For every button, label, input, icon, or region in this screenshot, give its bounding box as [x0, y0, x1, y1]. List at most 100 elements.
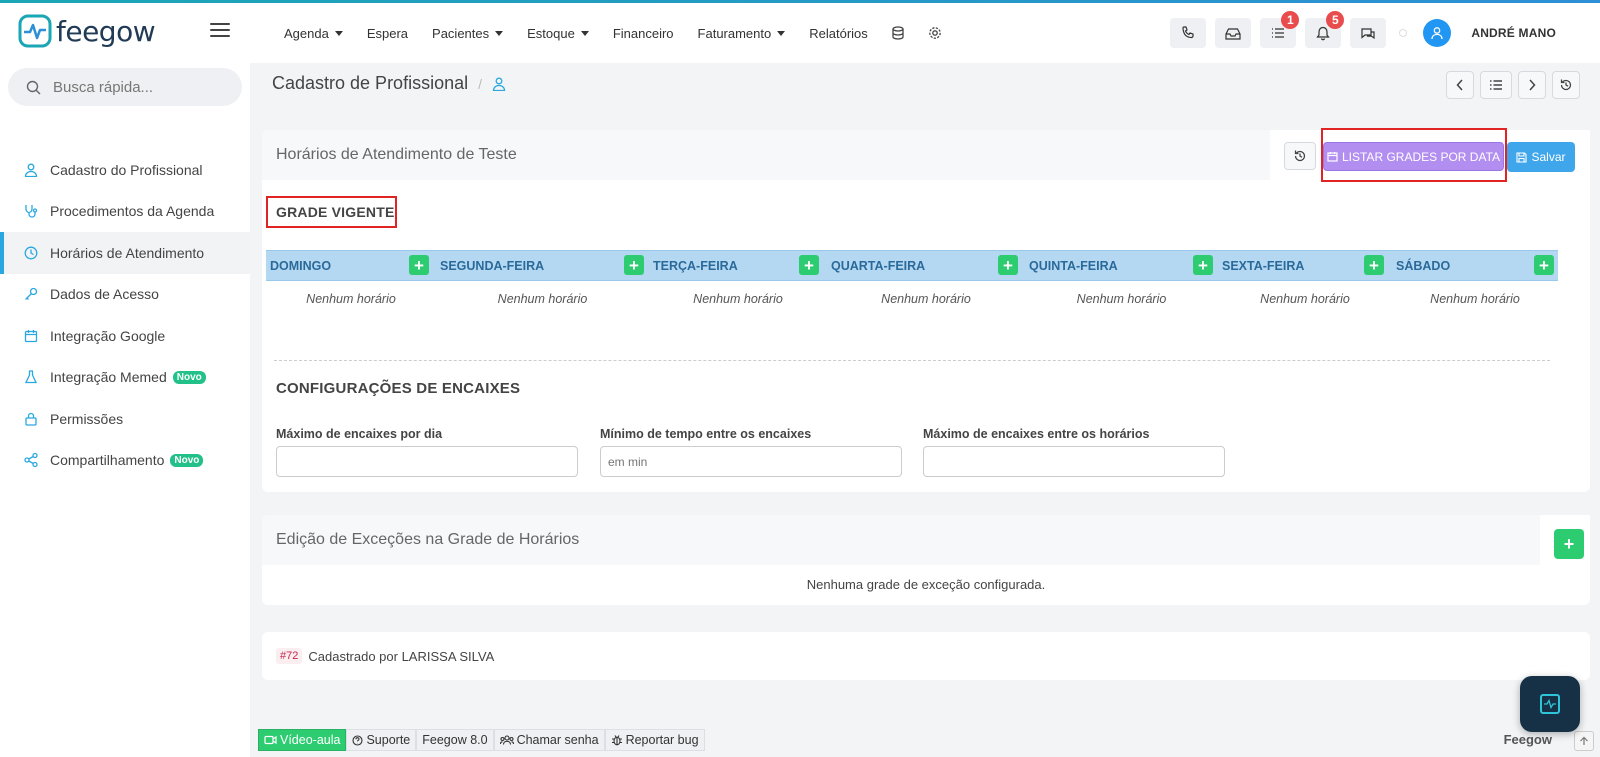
menu-estoque[interactable]: Estoque [515, 26, 601, 41]
menu-agenda[interactable]: Agenda [272, 26, 355, 41]
empty-slot-text: Nenhum horário [693, 292, 783, 306]
floating-assistant-button[interactable] [1520, 676, 1580, 732]
tasks-button[interactable]: 1 [1260, 11, 1300, 48]
inbox-button[interactable] [1215, 18, 1252, 48]
breadcrumb-separator: / [478, 75, 482, 92]
sidebar-item-memed[interactable]: Integração Memed Novo [0, 357, 250, 399]
user-doctor-icon [492, 77, 506, 91]
caret-down-icon [334, 30, 343, 36]
search-input[interactable]: Busca rápida... [53, 79, 153, 96]
add-schedule-button[interactable]: + [409, 255, 429, 275]
schedule-history-button[interactable] [1284, 142, 1316, 170]
max-encaixes-dia-input[interactable] [276, 446, 578, 477]
history-button[interactable] [1552, 71, 1580, 99]
novo-badge: Novo [170, 453, 204, 467]
record-id-tag: #72 [276, 648, 303, 664]
history-icon [1294, 150, 1306, 162]
next-button[interactable] [1518, 71, 1546, 99]
tasks-badge: 1 [1281, 11, 1300, 29]
breadcrumb: Cadastro de Profissional / [272, 73, 506, 94]
calendar-icon [24, 329, 38, 342]
chamar-senha-button[interactable]: Chamar senha [493, 729, 605, 751]
listar-grades-button[interactable]: LISTAR GRADES POR DATA [1323, 142, 1504, 171]
history-icon [1560, 79, 1572, 91]
sidebar-item-permissoes[interactable]: Permissões [0, 398, 250, 440]
list-icon [1490, 80, 1502, 90]
notifications-button[interactable]: 5 [1305, 11, 1345, 48]
page-header: Cadastro de Profissional / [250, 63, 1600, 111]
day-header-sexta: SEXTA-FEIRA + [1218, 251, 1392, 280]
day-header-sabado: SÁBADO + [1392, 251, 1558, 280]
menu-faturamento[interactable]: Faturamento [686, 26, 798, 41]
quick-search[interactable]: Busca rápida... [8, 68, 242, 106]
feegow-logo[interactable]: feegow [18, 14, 156, 48]
list-button[interactable] [1480, 71, 1512, 99]
day-header-terca: TERÇA-FEIRA + [649, 251, 827, 280]
menu-relatorios[interactable]: Relatórios [797, 26, 880, 41]
video-aula-button[interactable]: Vídeo-aula [258, 729, 347, 751]
phone-icon [1182, 26, 1194, 39]
previous-button[interactable] [1446, 71, 1474, 99]
menu-pacientes[interactable]: Pacientes [420, 26, 515, 41]
inbox-icon [1225, 27, 1241, 40]
sidebar-item-cadastro[interactable]: Cadastro do Profissional [0, 149, 250, 191]
stethoscope-icon [25, 205, 38, 218]
user-icon [1431, 27, 1443, 40]
search-icon [26, 80, 41, 94]
weekday-header-row: DOMINGO + SEGUNDA-FEIRA + TERÇA-FEIRA + … [266, 250, 1558, 281]
exceptions-card-actions: + [1540, 515, 1590, 565]
add-schedule-button[interactable]: + [1193, 255, 1213, 275]
caret-down-icon [777, 30, 786, 36]
empty-slot-text: Nenhum horário [497, 292, 588, 306]
reportar-bug-button[interactable]: Reportar bug [604, 729, 705, 751]
calendar-icon [1327, 152, 1338, 162]
schedule-card: Horários de Atendimento de Teste LISTAR … [262, 128, 1590, 492]
add-schedule-button[interactable]: + [1364, 255, 1384, 275]
max-encaixes-horarios-input[interactable] [923, 446, 1225, 477]
sidebar-item-dados-acesso[interactable]: Dados de Acesso [0, 274, 250, 316]
day-header-quarta: QUARTA-FEIRA + [827, 251, 1025, 280]
encaixes-config-title: CONFIGURAÇÕES DE ENCAIXES [276, 380, 521, 397]
version-label: Feegow 8.0 [416, 729, 494, 751]
sidebar-item-procedimentos[interactable]: Procedimentos da Agenda [0, 191, 250, 233]
menu-financeiro[interactable]: Financeiro [601, 26, 686, 41]
add-schedule-button[interactable]: + [799, 255, 819, 275]
tasks-icon [1272, 28, 1285, 38]
sidebar-item-compartilhamento[interactable]: Compartilhamento Novo [0, 440, 250, 482]
sidebar-item-google[interactable]: Integração Google [0, 315, 250, 357]
main-menu: Agenda Espera Pacientes Estoque Financei… [272, 3, 954, 63]
section-divider [274, 360, 1550, 361]
users-icon [499, 735, 514, 745]
add-schedule-button[interactable]: + [1534, 255, 1554, 275]
add-exception-button[interactable]: + [1554, 529, 1584, 559]
empty-slot-text: Nenhum horário [1076, 292, 1167, 306]
video-icon [264, 735, 277, 745]
hamburger-menu-icon[interactable] [210, 23, 230, 39]
novo-badge: Novo [172, 370, 206, 384]
max-encaixes-horarios-label: Máximo de encaixes entre os horários [923, 427, 1150, 441]
menu-espera[interactable]: Espera [355, 26, 420, 41]
chat-button[interactable] [1350, 18, 1387, 48]
highlight-grade-vigente: GRADE VIGENTE [266, 196, 397, 228]
scroll-top-button[interactable] [1574, 731, 1594, 751]
phone-button[interactable] [1170, 18, 1207, 48]
grade-vigente-title: GRADE VIGENTE [276, 204, 395, 220]
sidebar-item-horarios[interactable]: Horários de Atendimento [0, 232, 250, 274]
exceptions-empty-text: Nenhuma grade de exceção configurada. [806, 577, 1046, 592]
avatar[interactable] [1423, 19, 1452, 47]
empty-slot-text: Nenhum horário [1260, 292, 1350, 306]
add-schedule-button[interactable]: + [624, 255, 644, 275]
weekday-slots-row: Nenhum horário Nenhum horário Nenhum hor… [266, 292, 1558, 306]
sidebar: Busca rápida... Cadastro do Profissional… [0, 63, 250, 757]
database-icon[interactable] [880, 26, 916, 40]
heartbeat-icon [1540, 694, 1560, 714]
save-button[interactable]: Salvar [1507, 142, 1575, 172]
status-dot [1399, 29, 1408, 37]
add-schedule-button[interactable]: + [998, 255, 1018, 275]
record-meta-card: #72 Cadastrado por LARISSA SILVA [262, 632, 1590, 680]
suporte-button[interactable]: Suporte [346, 729, 417, 751]
lock-icon [25, 412, 37, 426]
gear-icon[interactable] [916, 26, 954, 40]
user-name[interactable]: ANDRÉ MANO [1471, 26, 1556, 40]
min-tempo-encaixes-input[interactable] [600, 446, 902, 477]
